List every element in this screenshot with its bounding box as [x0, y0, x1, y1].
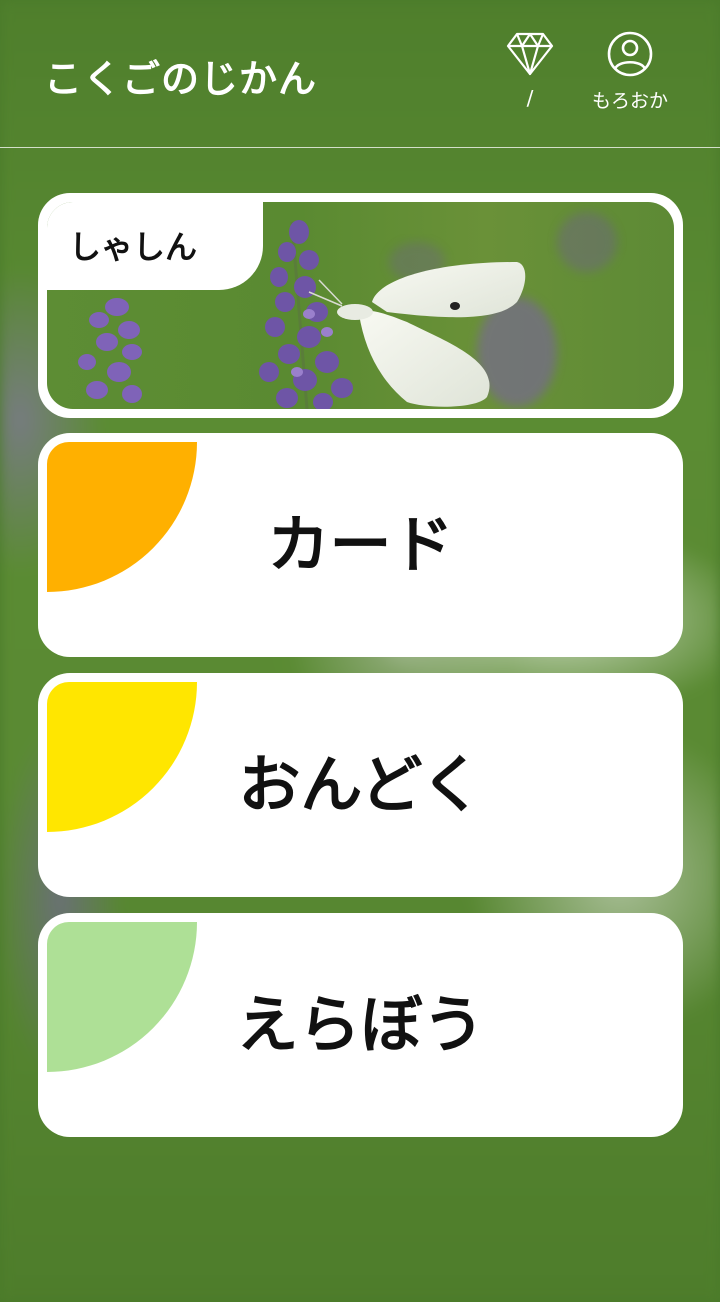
- diamond-icon: [506, 32, 554, 76]
- read-aloud-menu-button[interactable]: おんどく: [38, 673, 683, 897]
- choose-menu-button[interactable]: えらぼう: [38, 913, 683, 1137]
- user-name: もろおか: [591, 90, 668, 112]
- butterfly-photo: しゃしん: [47, 202, 674, 409]
- user-circle-icon: [607, 31, 653, 77]
- user-account[interactable]: もろおか: [580, 30, 680, 114]
- card-menu-label: カード: [267, 508, 454, 581]
- photo-label-tab: しゃしん: [47, 202, 263, 290]
- diamond-counter[interactable]: /: [505, 30, 555, 114]
- photo-label: しゃしん: [69, 228, 198, 266]
- read-aloud-menu-label: おんどく: [238, 748, 483, 821]
- card-menu-button[interactable]: カード: [38, 433, 683, 657]
- diamond-count: /: [526, 86, 534, 110]
- photo-menu-button[interactable]: しゃしん: [38, 193, 683, 418]
- choose-menu-label: えらぼう: [236, 988, 485, 1061]
- app-title: こくごのじかん: [44, 57, 318, 101]
- header: こくごのじかん / もろおか: [0, 0, 720, 148]
